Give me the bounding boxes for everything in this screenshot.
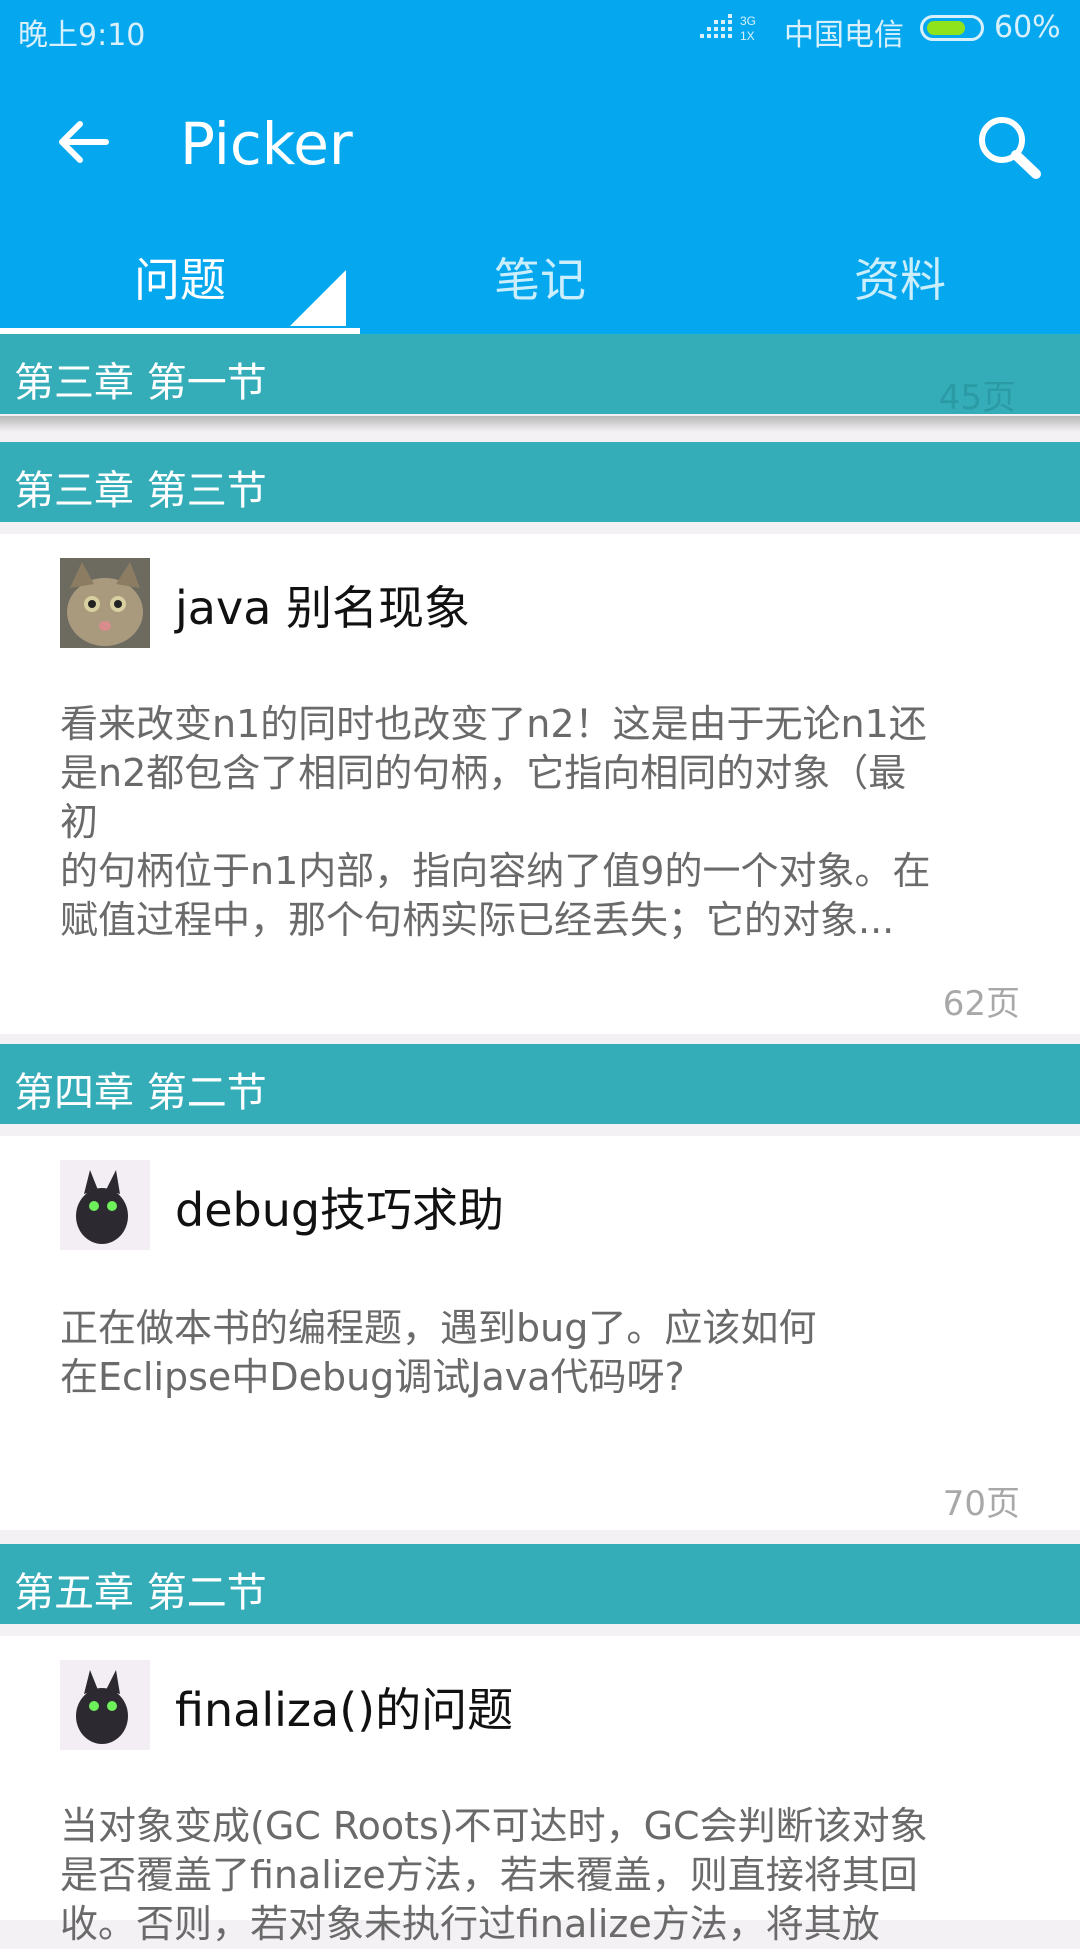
- card-body: 看来改变n1的同时也改变了n2！这是由于无论n1还 是n2都包含了相同的句柄，它…: [60, 700, 1020, 945]
- section-title: 第四章 第二节: [14, 1070, 267, 1116]
- card-body: 当对象变成(GC Roots)不可达时，GC会判断该对象 是否覆盖了finali…: [60, 1802, 1020, 1949]
- body-line: 收。否则，若对象未执行过finalize方法，将其放: [60, 1902, 880, 1946]
- question-card[interactable]: debug技巧求助 正在做本书的编程题，遇到bug了。应该如何 在Eclipse…: [0, 1136, 1080, 1530]
- battery-percent: 60%: [994, 10, 1061, 45]
- section-header[interactable]: 第四章 第二节: [0, 1044, 1080, 1124]
- body-line: 是n2都包含了相同的句柄，它指向相同的对象（最: [60, 751, 907, 795]
- tab-materials[interactable]: 资料: [720, 250, 1080, 330]
- section-title: 第三章 第一节: [14, 360, 267, 406]
- section-page-hint: 45页: [938, 378, 1016, 418]
- section-header[interactable]: 第三章 第一节 45页: [0, 334, 1080, 418]
- card-title: debug技巧求助: [175, 1183, 505, 1237]
- back-arrow-icon[interactable]: [56, 114, 112, 170]
- battery-icon: [920, 15, 984, 41]
- tab-bar: 问题 笔记 资料: [0, 250, 1080, 336]
- card-body: 正在做本书的编程题，遇到bug了。应该如何 在Eclipse中Debug调试Ja…: [60, 1304, 1020, 1402]
- card-page-number: 70页: [942, 1484, 1020, 1524]
- body-line: 的句柄位于n1内部，指向容纳了值9的一个对象。在: [60, 849, 931, 893]
- cat-avatar-icon: [60, 558, 150, 648]
- divider-shadow: [0, 416, 1080, 432]
- section-header[interactable]: 第三章 第三节: [0, 442, 1080, 522]
- body-line: 在Eclipse中Debug调试Java代码呀?: [60, 1355, 685, 1399]
- body-line: 赋值过程中，那个句柄实际已经丢失；它的对象...: [60, 898, 895, 942]
- creature-avatar-icon: [60, 1160, 150, 1250]
- svg-text:3G: 3G: [740, 14, 756, 28]
- signal-icon: 3G 1X: [700, 14, 756, 42]
- question-card[interactable]: java 别名现象 看来改变n1的同时也改变了n2！这是由于无论n1还 是n2都…: [0, 534, 1080, 1034]
- svg-text:1X: 1X: [740, 29, 755, 42]
- tab-corner-marker: [290, 270, 346, 326]
- tab-notes[interactable]: 笔记: [360, 250, 720, 330]
- body-line: 看来改变n1的同时也改变了n2！这是由于无论n1还: [60, 702, 927, 746]
- status-carrier: 中国电信: [784, 18, 904, 53]
- card-title: java 别名现象: [175, 581, 471, 635]
- section-title: 第三章 第三节: [14, 468, 267, 514]
- section-header[interactable]: 第五章 第二节: [0, 1544, 1080, 1624]
- body-line: 正在做本书的编程题，遇到bug了。应该如何: [60, 1306, 817, 1350]
- app-bar: 晚上9:10 3G 1X 中国电信 60% Picker 问题 笔记 资料: [0, 0, 1080, 336]
- card-page-number: 62页: [942, 984, 1020, 1024]
- body-line: 当对象变成(GC Roots)不可达时，GC会判断该对象: [60, 1804, 928, 1848]
- status-bar: 晚上9:10 3G 1X 中国电信 60%: [0, 0, 1080, 60]
- creature-avatar-icon: [60, 1660, 150, 1750]
- page-title: Picker: [180, 110, 353, 178]
- body-line: 是否覆盖了finalize方法，若未覆盖，则直接将其回: [60, 1853, 918, 1897]
- card-title: finaliza()的问题: [175, 1683, 514, 1737]
- question-card[interactable]: finaliza()的问题 当对象变成(GC Roots)不可达时，GC会判断该…: [0, 1636, 1080, 1946]
- section-title: 第五章 第二节: [14, 1570, 267, 1616]
- body-line: 初: [60, 800, 99, 844]
- search-icon[interactable]: [972, 110, 1044, 182]
- status-time: 晚上9:10: [18, 18, 146, 53]
